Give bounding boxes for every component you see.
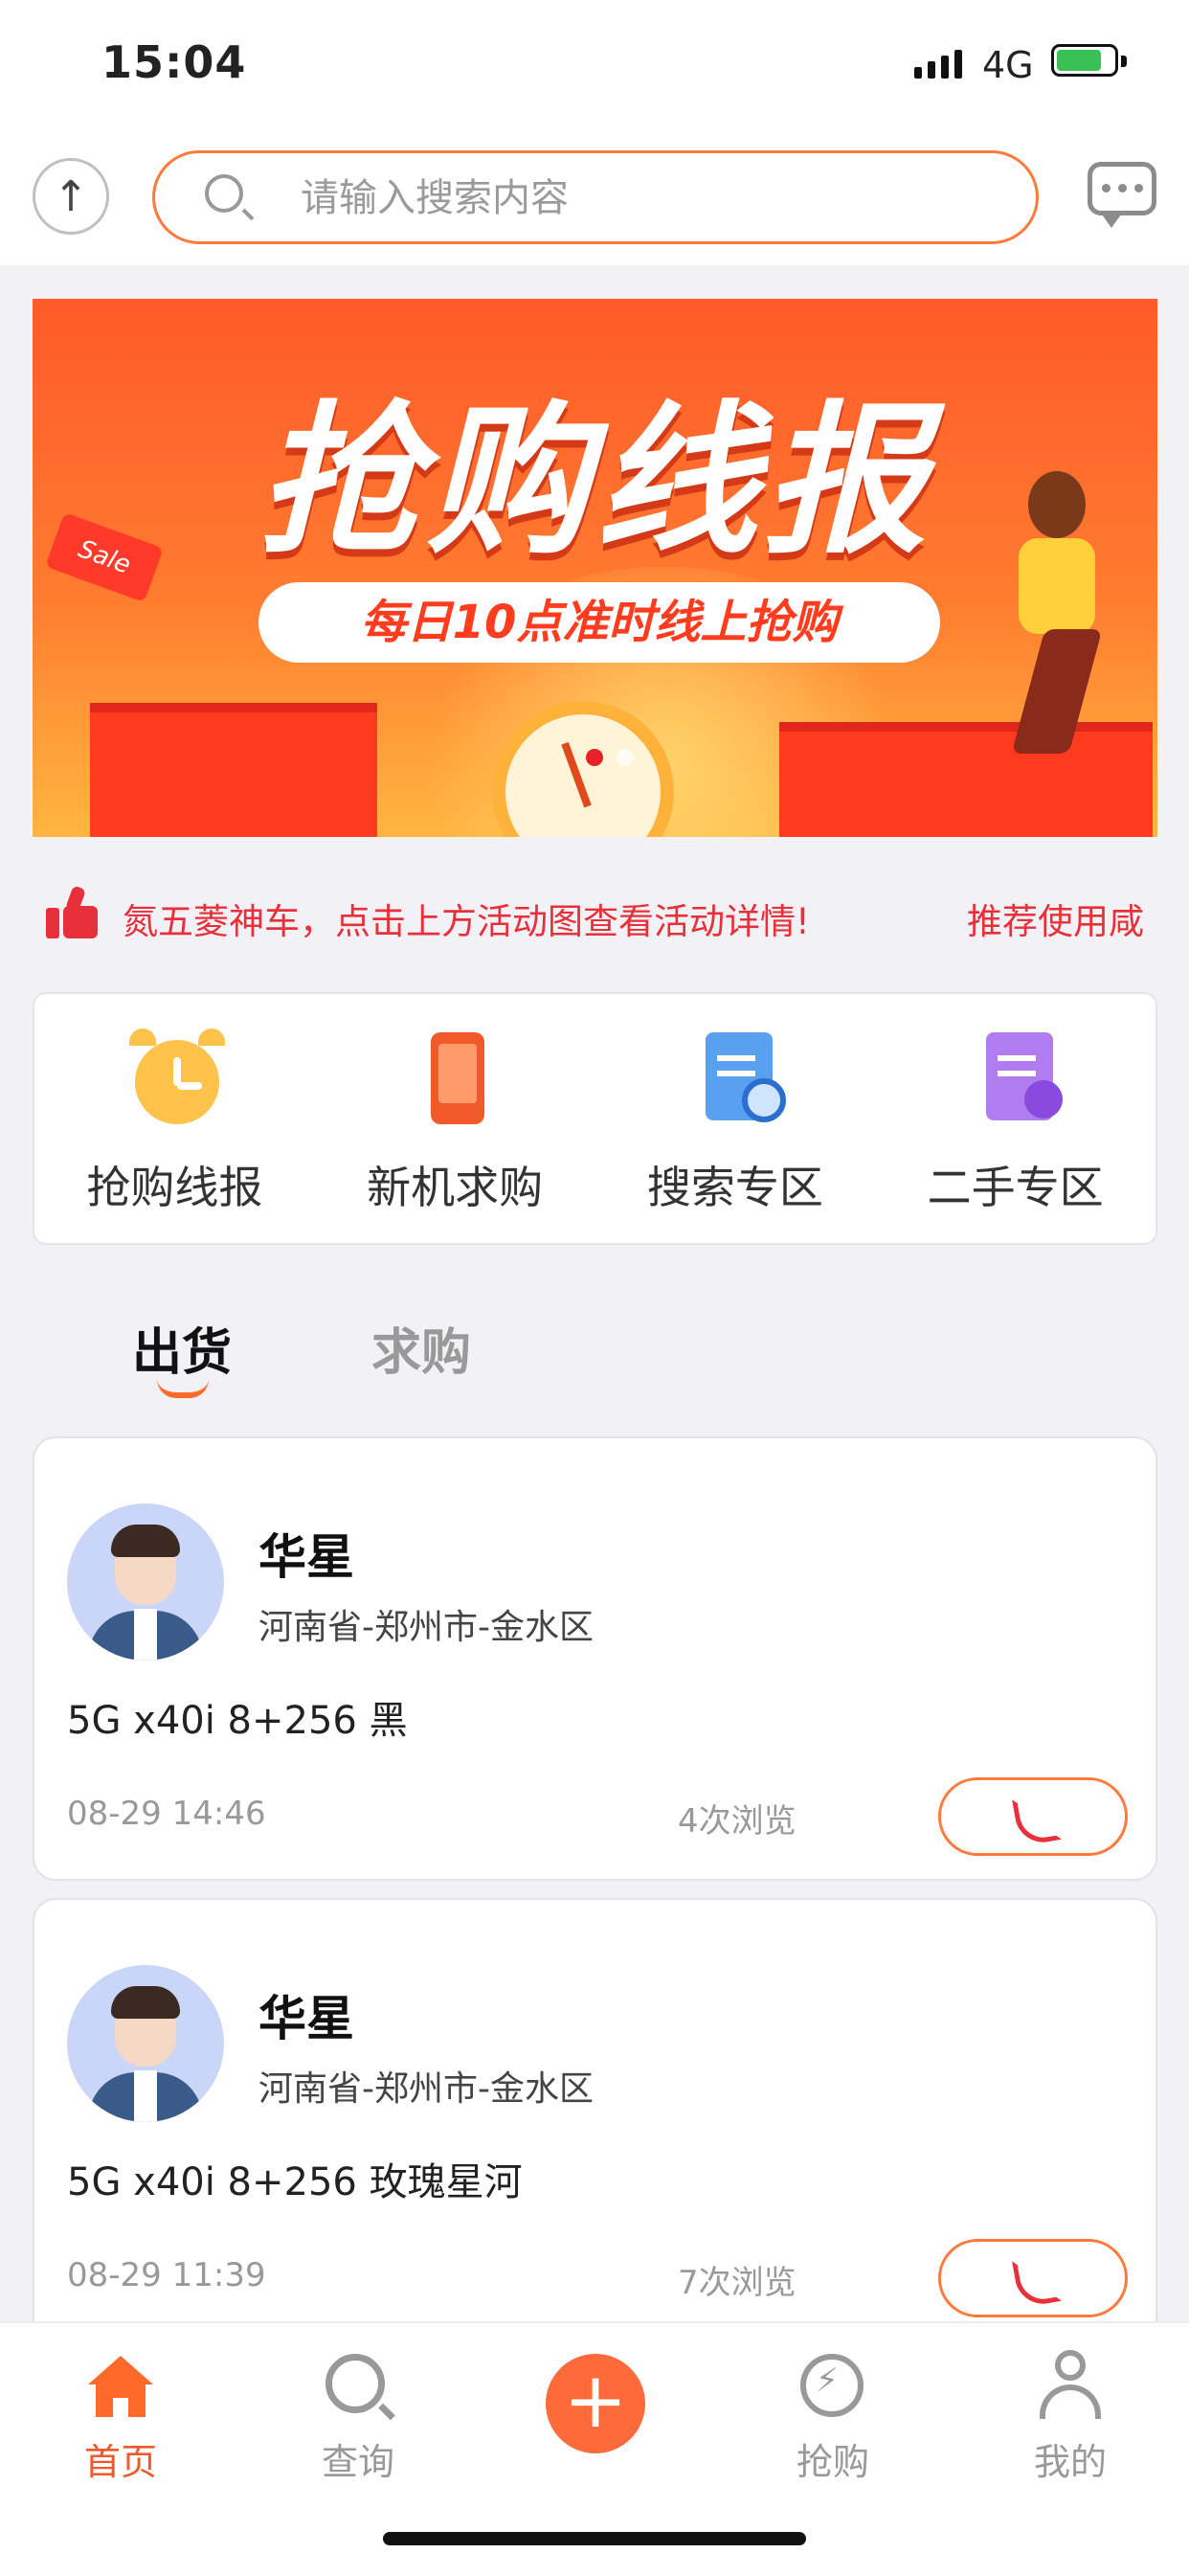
promo-banner[interactable]: Sale 抢购线报 每日10点准时线上抢购 — [33, 299, 1157, 837]
search-bar[interactable] — [152, 150, 1039, 244]
listing-date: 08-29 11:39 — [67, 2256, 266, 2294]
listing-date: 08-29 14:46 — [67, 1795, 266, 1833]
listing-description: 5G x40i 8+256 玫瑰星河 — [67, 2160, 523, 2204]
add-post-button[interactable]: + — [546, 2354, 645, 2453]
listing-description: 5G x40i 8+256 黑 — [67, 1699, 408, 1743]
seller-name: 华星 — [258, 1529, 354, 1585]
signal-icon — [914, 50, 962, 79]
search-input[interactable] — [299, 170, 973, 226]
view-count: 7次浏览 — [678, 2264, 796, 2302]
banner-subtitle-pill: 每日10点准时线上抢购 — [258, 582, 940, 663]
running-girl-illustration — [990, 471, 1124, 758]
search-document-icon — [683, 1023, 788, 1128]
tabbar-label: 抢购 — [796, 2441, 869, 2483]
carousel-indicator — [586, 749, 634, 766]
seller-address: 河南省-郑州市-金水区 — [258, 2069, 594, 2109]
status-time: 15:04 — [101, 36, 247, 88]
search-icon — [205, 174, 243, 213]
call-button[interactable] — [938, 1777, 1128, 1856]
quick-menu: 抢购线报 新机求购 搜索专区 二手专区 — [33, 992, 1157, 1245]
active-tab-indicator — [157, 1379, 209, 1398]
phone-call-icon — [1016, 1796, 1050, 1838]
home-indicator — [383, 2532, 806, 2545]
arrow-up-icon: ↑ — [53, 171, 89, 221]
seller-address: 河南省-郑州市-金水区 — [258, 1608, 594, 1647]
notice-text-continued: 推荐使用咸 — [967, 901, 1144, 942]
tabbar-label: 首页 — [83, 2441, 157, 2483]
thumbs-up-icon — [46, 885, 98, 938]
avatar — [67, 1965, 224, 2122]
top-bar: ↑ — [0, 129, 1189, 265]
listing-card[interactable]: 华星 河南省-郑州市-金水区 5G x40i 8+256 玫瑰星河 08-29 … — [33, 1898, 1157, 2342]
quick-menu-search-zone[interactable]: 搜索专区 — [595, 994, 876, 1243]
phone-icon — [402, 1023, 507, 1128]
user-icon — [1040, 2350, 1101, 2419]
notice-bar[interactable]: 氮五菱神车，点击上方活动图查看活动详情! 推荐使用咸 — [0, 871, 1189, 958]
view-count: 4次浏览 — [678, 1802, 796, 1841]
quick-menu-second-hand[interactable]: 二手专区 — [875, 994, 1155, 1243]
quick-menu-label: 抢购线报 — [86, 1162, 263, 1213]
alarm-clock-icon — [122, 1023, 227, 1128]
listing-tabs: 出货 求购 — [0, 1283, 1189, 1398]
tabbar-label: 查询 — [321, 2441, 394, 2483]
notice-text: 氮五菱神车，点击上方活动图查看活动详情! — [123, 901, 810, 942]
tabbar-label: 我的 — [1033, 2441, 1107, 2483]
banner-title: 抢购线报 — [258, 387, 932, 576]
network-type: 4G — [982, 44, 1034, 86]
avatar — [67, 1503, 224, 1661]
seller-name: 华星 — [258, 1991, 354, 2046]
call-button[interactable] — [938, 2239, 1128, 2317]
status-bar: 15:04 4G — [0, 0, 1189, 129]
quick-menu-new-phone-request[interactable]: 新机求购 — [315, 994, 595, 1243]
document-list-icon — [963, 1023, 1068, 1128]
phone-call-icon — [1016, 2257, 1050, 2299]
alarm-clock-icon — [800, 2354, 864, 2417]
listing-card[interactable]: 华星 河南省-郑州市-金水区 5G x40i 8+256 黑 08-29 14:… — [33, 1436, 1157, 1881]
home-icon — [88, 2356, 153, 2417]
message-icon[interactable] — [1088, 162, 1156, 228]
quick-menu-flash-sale[interactable]: 抢购线报 — [34, 994, 315, 1243]
tab-buying[interactable]: 求购 — [371, 1312, 471, 1384]
quick-menu-label: 搜索专区 — [646, 1162, 823, 1213]
scroll-top-button[interactable]: ↑ — [33, 158, 109, 235]
quick-menu-label: 二手专区 — [927, 1162, 1104, 1213]
battery-icon — [1051, 44, 1127, 77]
tab-selling[interactable]: 出货 — [132, 1312, 232, 1384]
search-icon — [325, 2354, 385, 2413]
quick-menu-label: 新机求购 — [367, 1162, 544, 1213]
plus-icon: + — [563, 2356, 628, 2445]
banner-subtitle: 每日10点准时线上抢购 — [360, 596, 839, 649]
